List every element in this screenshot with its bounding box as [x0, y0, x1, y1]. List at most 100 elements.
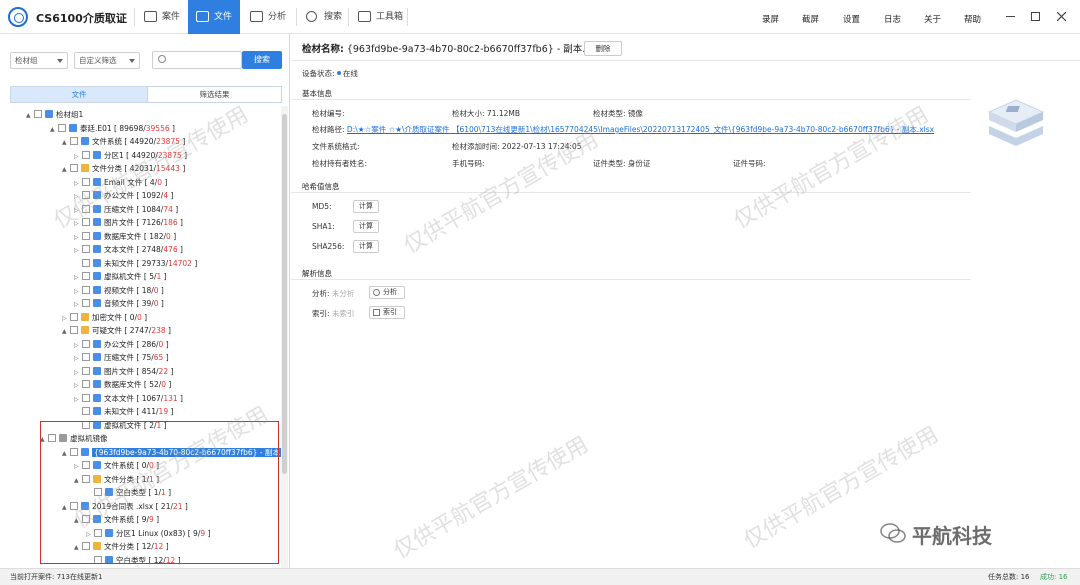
tree-checkbox[interactable]: [70, 312, 78, 321]
tree-node-count-end: ]: [158, 285, 164, 295]
wechat-logo-icon: [880, 523, 906, 543]
tree-checkbox[interactable]: [82, 366, 90, 375]
expand-toggle-icon[interactable]: ▲: [26, 109, 34, 122]
tree-checkbox[interactable]: [82, 285, 90, 294]
tree-node[interactable]: ▷ 图片文件 [ 7126/186 ]: [74, 216, 183, 229]
tree-checkbox[interactable]: [82, 231, 90, 240]
collapse-toggle-icon[interactable]: ▷: [74, 352, 82, 365]
tree-node[interactable]: ▷ 数据库文件 [ 182/0 ]: [74, 230, 176, 243]
tree-node[interactable]: ▷ 文本文件 [ 2748/476 ]: [74, 243, 183, 256]
tab-filter-results[interactable]: 筛选结果: [147, 87, 281, 102]
collapse-toggle-icon[interactable]: ▷: [74, 150, 82, 163]
collapse-toggle-icon[interactable]: ▷: [74, 177, 82, 190]
tree-node[interactable]: ▷ 文本文件 [ 1067/131 ]: [74, 392, 183, 405]
tree-checkbox[interactable]: [82, 245, 90, 253]
tree-node[interactable]: ▷ 加密文件 [ 0/0 ]: [62, 311, 147, 324]
collapse-toggle-icon[interactable]: ▷: [74, 393, 82, 406]
tree-node[interactable]: ▷ 办公文件 [ 286/0 ]: [74, 338, 169, 351]
menu-record[interactable]: 录屏: [762, 13, 779, 25]
nav-tab-files[interactable]: 文件: [188, 0, 240, 34]
tree-checkbox[interactable]: [70, 164, 78, 172]
menu-screenshot[interactable]: 截屏: [802, 13, 819, 25]
collapse-toggle-icon[interactable]: ▷: [74, 190, 82, 203]
tab-files[interactable]: 文件: [11, 87, 147, 102]
search-input[interactable]: [152, 51, 242, 69]
collapse-toggle-icon[interactable]: ▷: [74, 204, 82, 217]
tree-checkbox[interactable]: [82, 272, 90, 280]
tree-checkbox[interactable]: [82, 393, 90, 402]
nav-tab-cases[interactable]: 案件: [136, 0, 186, 34]
sha1-calc-button[interactable]: 计算: [353, 220, 379, 233]
tree-node[interactable]: ▷ 音频文件 [ 39/0 ]: [74, 297, 164, 310]
tree-checkbox[interactable]: [70, 326, 78, 334]
collapse-toggle-icon[interactable]: ▷: [74, 217, 82, 230]
tree-node-count-end: ]: [179, 164, 186, 173]
tree-checkbox[interactable]: [82, 150, 90, 159]
tree-checkbox[interactable]: [70, 137, 78, 145]
tree-node[interactable]: ▷ 视频文件 [ 18/0 ]: [74, 284, 164, 297]
tree-checkbox[interactable]: [82, 191, 90, 199]
collapse-toggle-icon[interactable]: ▷: [74, 244, 82, 257]
tree-node[interactable]: ▷ 压缩文件 [ 1084/74 ]: [74, 203, 178, 216]
tree-node[interactable]: 未知文件 [ 411/19 ]: [74, 405, 173, 418]
expand-toggle-icon[interactable]: ▲: [62, 136, 70, 149]
menu-settings[interactable]: 设置: [843, 13, 860, 25]
menu-log[interactable]: 日志: [884, 13, 901, 25]
evidence-group-select[interactable]: 检材组: [10, 52, 68, 69]
sha256-calc-button[interactable]: 计算: [353, 240, 379, 253]
tree-node[interactable]: ▷ 分区1 [ 44920/23875 ]: [74, 149, 187, 162]
md5-calc-button[interactable]: 计算: [353, 200, 379, 213]
maximize-icon[interactable]: [1031, 12, 1040, 21]
tree-node[interactable]: ▷ 数据库文件 [ 52/0 ]: [74, 378, 171, 391]
index-button[interactable]: 索引: [369, 306, 405, 319]
tree-node[interactable]: 未知文件 [ 29733/14702 ]: [74, 257, 197, 270]
menu-help[interactable]: 帮助: [964, 13, 981, 25]
tree-node[interactable]: ▲ 检材组1: [26, 108, 83, 121]
tree-checkbox[interactable]: [34, 110, 42, 118]
nav-tab-search[interactable]: 搜索: [298, 0, 346, 34]
tree-node[interactable]: ▷ 图片文件 [ 854/22 ]: [74, 365, 173, 378]
tree-checkbox[interactable]: [82, 353, 90, 361]
tree-node[interactable]: ▷ 办公文件 [ 1092/4 ]: [74, 189, 173, 202]
minimize-icon[interactable]: [1006, 16, 1015, 17]
tree-node[interactable]: ▷ 虚拟机文件 [ 5/1 ]: [74, 270, 167, 283]
tree-scrollbar-thumb[interactable]: [282, 114, 287, 474]
expand-toggle-icon[interactable]: ▲: [62, 163, 70, 176]
tree-checkbox[interactable]: [82, 339, 90, 348]
analyze-button[interactable]: 分析: [369, 286, 405, 299]
expand-toggle-icon[interactable]: ▲: [50, 123, 58, 136]
tree-node[interactable]: ▷ 压缩文件 [ 75/65 ]: [74, 351, 169, 364]
tree-node[interactable]: ▲ 文件分类 [ 42031/15443 ]: [62, 162, 185, 175]
tree-checkbox[interactable]: [82, 177, 90, 186]
tree-node[interactable]: ▲ 文件系统 [ 44920/23875 ]: [62, 135, 185, 148]
tree-checkbox[interactable]: [58, 123, 66, 132]
collapse-toggle-icon[interactable]: ▷: [74, 339, 82, 352]
collapse-toggle-icon[interactable]: ▷: [74, 366, 82, 379]
folder-icon: [93, 393, 101, 402]
tree-node[interactable]: ▷ Email 文件 [ 4/0 ]: [74, 176, 167, 189]
tree-checkbox[interactable]: [82, 258, 90, 267]
collapse-toggle-icon[interactable]: ▷: [74, 271, 82, 284]
tree-checkbox[interactable]: [82, 204, 90, 213]
expand-toggle-icon[interactable]: ▲: [62, 325, 70, 338]
collapse-toggle-icon[interactable]: ▷: [74, 298, 82, 311]
nav-tab-analysis[interactable]: 分析: [242, 0, 294, 34]
menu-about[interactable]: 关于: [924, 13, 941, 25]
collapse-toggle-icon[interactable]: ▷: [62, 312, 70, 325]
close-icon[interactable]: [1057, 12, 1066, 21]
search-button[interactable]: 搜索: [242, 51, 282, 69]
collapse-toggle-icon[interactable]: ▷: [74, 379, 82, 392]
tree-node[interactable]: ▲ 泰廷.E01 [ 89698/39556 ]: [50, 122, 175, 135]
tree-node-count-end: ]: [172, 204, 179, 214]
delete-button[interactable]: 删除: [584, 41, 622, 56]
tree-checkbox[interactable]: [82, 380, 90, 388]
nav-tab-toolbox[interactable]: 工具箱: [350, 0, 406, 34]
tree-checkbox[interactable]: [82, 218, 90, 226]
custom-filter-select[interactable]: 自定义筛选: [74, 52, 140, 69]
tree-node[interactable]: ▲ 可疑文件 [ 2747/238 ]: [62, 324, 171, 337]
tree-checkbox[interactable]: [82, 407, 90, 415]
collapse-toggle-icon[interactable]: ▷: [74, 231, 82, 244]
evidence-path-link[interactable]: D:\★☆案件 ☆★\介质取证案件 【6100\713在线更新1\检材\1657…: [347, 124, 934, 135]
tree-checkbox[interactable]: [82, 299, 90, 307]
collapse-toggle-icon[interactable]: ▷: [74, 285, 82, 298]
